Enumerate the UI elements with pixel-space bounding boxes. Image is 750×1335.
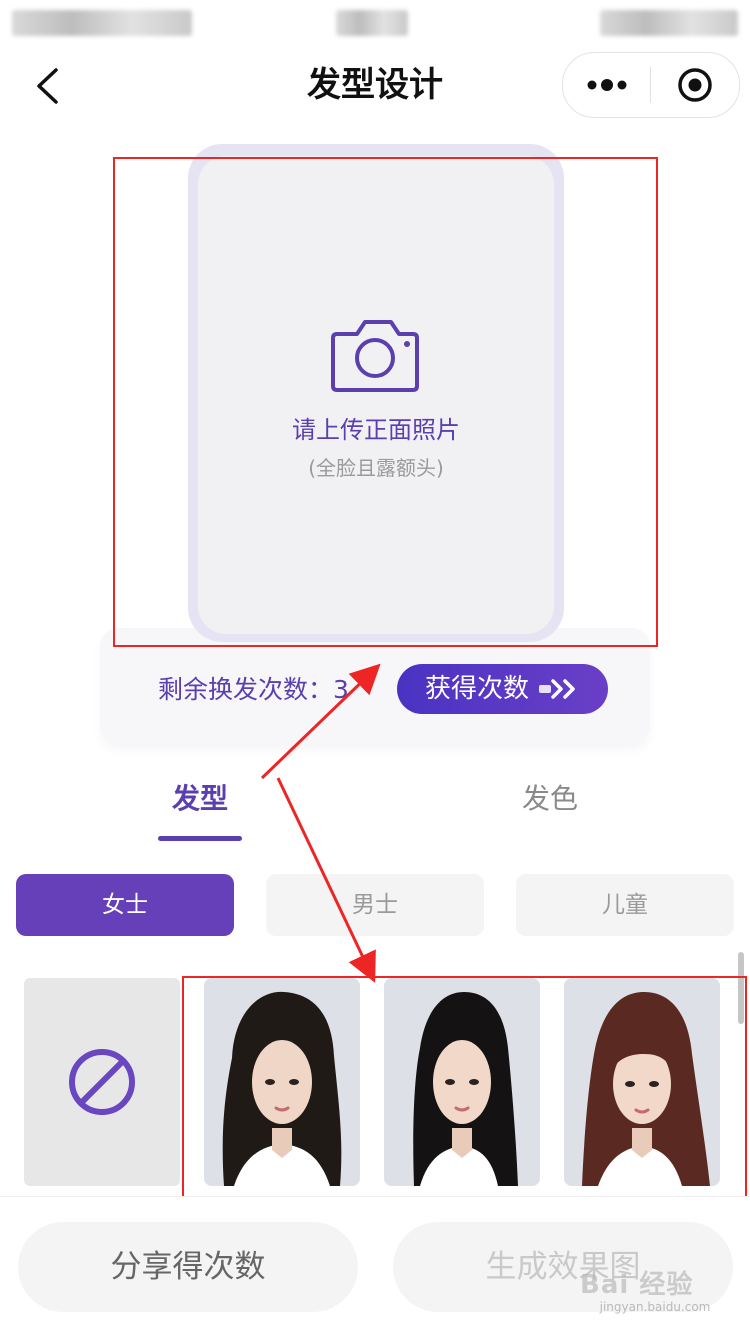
status-bar-center xyxy=(336,10,408,36)
get-count-label: 获得次数 xyxy=(425,674,530,704)
watermark-logo: Bai 经验 xyxy=(580,1270,694,1300)
watermark: Bai 经验 jingyan.baidu.com xyxy=(560,1264,750,1328)
close-button[interactable] xyxy=(651,53,739,117)
get-count-button[interactable]: 获得次数 xyxy=(397,664,608,714)
more-dots-icon xyxy=(587,79,626,91)
tab-hair-color[interactable]: 发色 xyxy=(480,776,620,822)
annotation-box-upload xyxy=(113,157,658,647)
hairstyle-none[interactable] xyxy=(24,978,180,1186)
status-bar-left xyxy=(12,10,192,36)
target-close-icon xyxy=(678,68,712,102)
double-arrow-icon xyxy=(539,679,575,699)
filter-male[interactable]: 男士 xyxy=(266,874,484,936)
status-bar-right xyxy=(600,10,738,36)
mini-program-capsule xyxy=(562,52,740,118)
remaining-count: 剩余换发次数：3 xyxy=(158,670,349,710)
tab-hairstyle[interactable]: 发型 xyxy=(130,776,270,822)
filter-kids[interactable]: 儿童 xyxy=(516,874,734,936)
annotation-box-hairstyles xyxy=(182,976,747,1204)
share-for-count-button[interactable]: 分享得次数 xyxy=(18,1222,358,1312)
remaining-label: 剩余换发次数： xyxy=(158,675,334,704)
no-style-icon xyxy=(69,1049,135,1115)
tab-active-indicator xyxy=(158,836,242,841)
filter-female[interactable]: 女士 xyxy=(16,874,234,936)
watermark-url: jingyan.baidu.com xyxy=(599,1300,711,1314)
more-button[interactable] xyxy=(563,53,650,117)
remaining-value: 3 xyxy=(333,675,349,704)
